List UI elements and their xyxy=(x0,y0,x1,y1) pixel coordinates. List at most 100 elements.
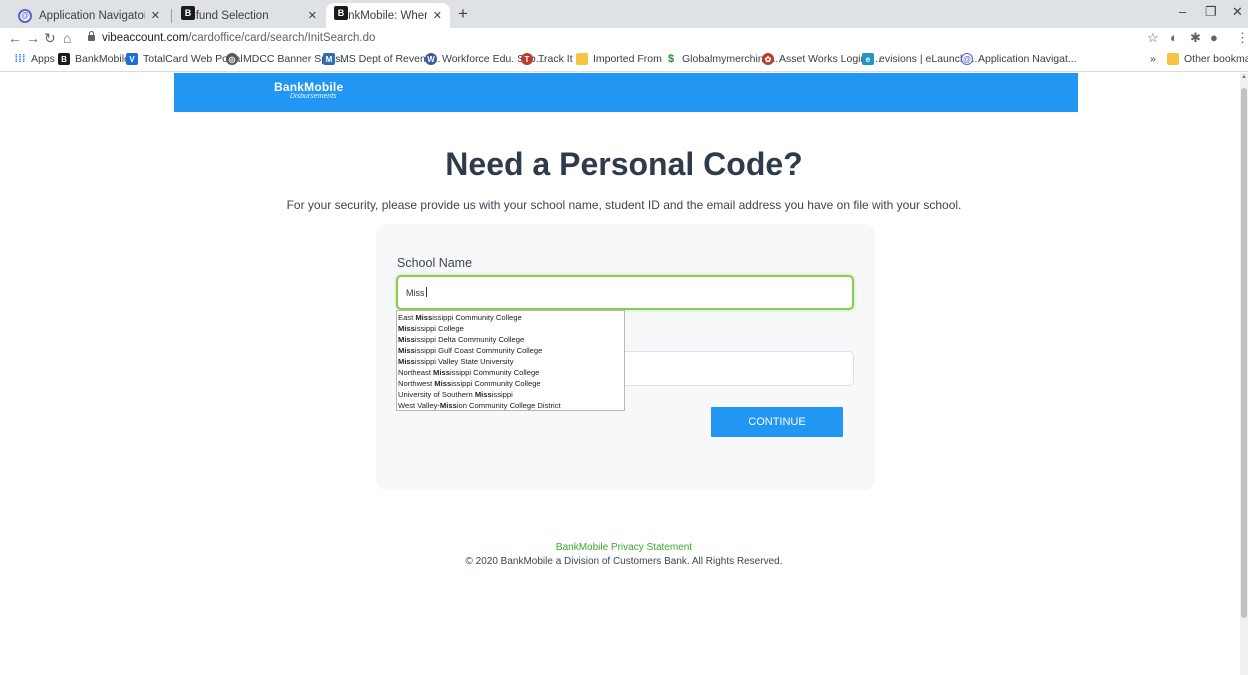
logo-main-text: BankMobile xyxy=(274,80,344,94)
close-window-icon[interactable]: ✕ xyxy=(1232,4,1243,20)
home-icon[interactable]: ⌂ xyxy=(63,30,71,46)
asset-works-icon: ✿ xyxy=(762,53,774,65)
page-title: Need a Personal Code? xyxy=(445,146,803,182)
bankmobile-logo[interactable]: BankMobile Disbursements xyxy=(274,80,343,100)
bankmobile-icon: B xyxy=(181,6,195,20)
close-tab-icon[interactable]: ✕ xyxy=(308,9,317,22)
suggestion-match-highlight: Miss xyxy=(398,335,415,344)
suggestion-text-after: issippi Gulf Coast Community College xyxy=(414,346,543,355)
tab-label: Application Navigator xyxy=(39,9,145,22)
school-suggestion-item[interactable]: Northeast Mississippi Community College xyxy=(397,367,624,378)
scroll-up-icon[interactable]: ▲ xyxy=(1241,74,1247,80)
application-navigator-icon: @ xyxy=(961,53,973,65)
suggestion-match-highlight: Miss xyxy=(398,324,415,333)
url-field[interactable]: vibeaccount.com/cardoffice/card/search/I… xyxy=(102,32,375,44)
school-suggestion-list: East Mississippi Community College Missis… xyxy=(396,310,625,411)
suggestion-text-before: East xyxy=(398,313,416,322)
bankmobile-icon: B xyxy=(58,53,70,65)
suggestion-match-highlight: Miss xyxy=(474,390,492,399)
url-host: vibeaccount.com xyxy=(102,32,189,44)
suggestion-text-after: issippi College xyxy=(414,324,464,333)
school-suggestion-item[interactable]: East Mississippi Community College xyxy=(397,312,624,323)
suggestion-match-highlight: Miss xyxy=(398,357,415,366)
folder-icon xyxy=(576,53,588,65)
overflow-chevron-icon: » xyxy=(1150,53,1156,65)
logo-sub-text: Disbursements xyxy=(290,93,337,100)
bookmark-apps[interactable]: ⁞⁞⁞ Apps xyxy=(14,53,55,65)
bookmark-label: BankMobile xyxy=(75,53,130,65)
school-suggestion-item[interactable]: Mississippi Gulf Coast Community College xyxy=(397,345,624,356)
minimize-icon[interactable]: – xyxy=(1179,4,1186,19)
school-suggestion-item[interactable]: University of Southern Mississippi xyxy=(397,389,624,400)
bookmark-application-navigator[interactable]: @ Application Navigat... xyxy=(961,53,1077,65)
suggestion-match-highlight: Miss xyxy=(398,346,415,355)
school-suggestion-item[interactable]: Mississippi Delta Community College xyxy=(397,334,624,345)
lock-icon xyxy=(88,31,95,41)
globe-icon: ◎ xyxy=(226,53,238,65)
evisions-icon: e xyxy=(862,53,874,65)
folder-icon xyxy=(1167,53,1179,65)
restore-icon[interactable]: ❐ xyxy=(1205,4,1217,20)
bookmark-label: Application Navigat... xyxy=(978,53,1077,65)
bookmark-label: Apps xyxy=(31,53,55,65)
menu-icon[interactable]: ⋮ xyxy=(1236,30,1248,46)
suggestion-text-before: West Valley- xyxy=(398,401,440,410)
suggestion-match-highlight: Miss xyxy=(433,368,450,377)
suggestion-match-highlight: Miss xyxy=(415,313,433,322)
school-suggestion-item[interactable]: Northwest Mississippi Community College xyxy=(397,378,624,389)
tab-label: Refund Selection xyxy=(181,9,269,22)
suggestion-text-before: Northwest xyxy=(398,379,435,388)
page-subtitle: For your security, please provide us wit… xyxy=(286,198,962,212)
privacy-statement-link[interactable]: BankMobile Privacy Statement xyxy=(0,542,1248,553)
merchinfo-icon: $ xyxy=(665,53,677,65)
bookmark-bankmobile[interactable]: B BankMobile xyxy=(58,53,130,65)
bankmobile-icon: B xyxy=(334,6,348,20)
suggestion-text-after: issippi Community College xyxy=(449,368,540,377)
suggestion-text-after: issippi Valley State University xyxy=(414,357,514,366)
tab-refund-selection[interactable]: B Refund Selection ✕ xyxy=(173,3,325,28)
suggestion-text-after: ion Community College District xyxy=(456,401,561,410)
star-icon[interactable]: ☆ xyxy=(1147,30,1159,46)
extension-icon[interactable]: ◐ xyxy=(1170,30,1178,45)
new-tab-button[interactable]: + xyxy=(458,5,468,23)
school-suggestion-item[interactable]: West Valley-Mission Community College Di… xyxy=(397,400,624,411)
school-suggestion-item[interactable]: Mississippi Valley State University xyxy=(397,356,624,367)
bookmark-other-bookmarks[interactable]: Other bookmarks xyxy=(1167,53,1248,65)
suggestion-text-before: Northeast xyxy=(398,368,434,377)
bookmarks-overflow-button[interactable]: » xyxy=(1150,53,1156,65)
ms-revenue-icon: M xyxy=(323,53,335,65)
school-name-input[interactable]: Miss xyxy=(396,275,854,310)
school-suggestion-item[interactable]: Mississippi College xyxy=(397,323,624,334)
close-tab-icon[interactable]: ✕ xyxy=(433,9,442,22)
tab-divider xyxy=(171,9,172,23)
bookmark-imported-from-ie[interactable]: Imported From IE xyxy=(576,53,675,65)
puzzle-icon[interactable]: ✱ xyxy=(1190,30,1201,46)
profile-icon[interactable]: ● xyxy=(1210,30,1218,45)
suggestion-text-after: issippi xyxy=(491,390,513,399)
bookmark-label: Track It xyxy=(538,53,573,65)
school-name-value: Miss xyxy=(406,288,425,298)
continue-button[interactable]: CONTINUE xyxy=(711,407,843,437)
bookmark-track-it[interactable]: T Track It xyxy=(521,53,573,65)
header-banner: BankMobile Disbursements xyxy=(174,73,1078,112)
tab-application-navigator[interactable]: @ Application Navigator ✕ xyxy=(10,3,168,28)
suggestion-text-after: issippi Community College xyxy=(451,379,541,388)
suggestion-text-after: issippi Delta Community College xyxy=(414,335,525,344)
bookmark-ms-dept-revenue[interactable]: M MS Dept of Revenu... xyxy=(323,53,440,65)
close-tab-icon[interactable]: ✕ xyxy=(151,9,160,22)
copyright-text: © 2020 BankMobile a Division of Customer… xyxy=(465,556,783,567)
address-bar: ← → ↻ ⌂ vibeaccount.com/cardoffice/card/… xyxy=(0,28,1248,50)
suggestion-text-before: University of Southern xyxy=(398,390,475,399)
reload-icon[interactable]: ↻ xyxy=(44,30,56,46)
bookmarks-bar: ⁞⁞⁞ Apps B BankMobile V TotalCard Web Porta… xyxy=(0,50,1248,72)
url-path: /cardoffice/card/search/InitSearch.do xyxy=(188,32,376,44)
totalcard-icon: V xyxy=(126,53,138,65)
apps-grid-icon: ⁞⁞⁞ xyxy=(14,53,26,65)
bookmark-label: Other bookmarks xyxy=(1184,53,1248,65)
tab-bankmobile-refund[interactable]: B BankMobile: Where's My Refund ✕ xyxy=(326,3,450,28)
scrollbar-thumb[interactable] xyxy=(1241,88,1247,618)
track-it-icon: T xyxy=(521,53,533,65)
forward-arrow-icon[interactable]: → xyxy=(26,30,40,46)
back-arrow-icon[interactable]: ← xyxy=(8,30,22,46)
school-name-label: School Name xyxy=(397,256,473,270)
